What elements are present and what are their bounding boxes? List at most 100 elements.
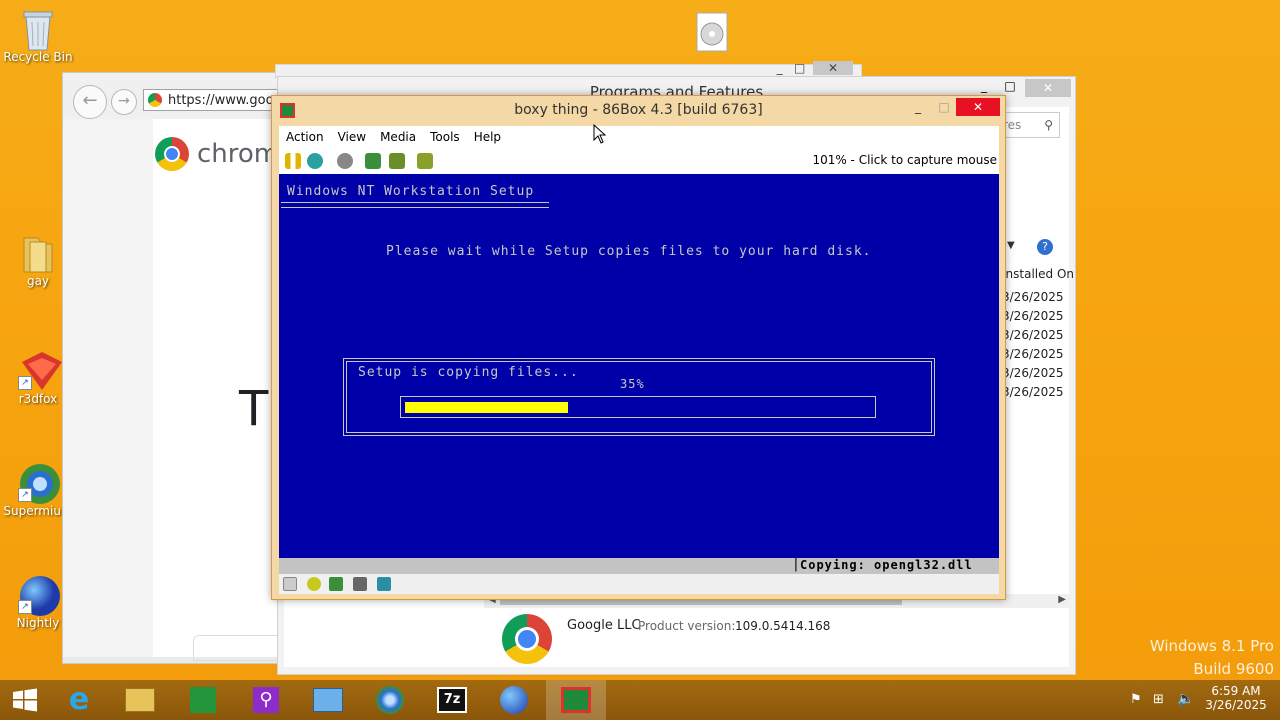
clock-date: 3/26/2025 [1205,698,1267,712]
installed-date: 3/26/2025 [1002,309,1064,323]
86box-toolbar: 101% - Click to capture mouse [279,148,999,174]
menu-action[interactable]: Action [279,126,331,148]
settings-icon[interactable] [389,153,405,169]
view-dropdown-icon[interactable]: ▼ [1007,240,1015,251]
setup-status-line: | Copying: opengl32.dll [279,557,999,574]
7zip-icon: 7z [437,687,467,713]
column-header-installed-on[interactable]: Installed On [1002,267,1074,281]
volume-tray-icon[interactable]: 🔈 [1177,691,1194,707]
taskbar-internet-explorer[interactable]: e [50,680,110,720]
minimize-button[interactable]: _ [973,79,995,93]
86box-status-bar [279,574,999,594]
chrome-brand-text: chrom [197,139,280,169]
window-controls: _ □ ✕ [777,61,853,75]
search-app-icon: ⚲ [253,687,279,713]
close-button[interactable]: ✕ [1025,79,1071,97]
setup-header: Windows NT Workstation Setup [287,184,535,199]
maximize-button[interactable]: □ [934,100,954,114]
installed-date: 3/26/2025 [1002,366,1064,380]
help-icon[interactable]: ? [1037,239,1053,255]
taskbar-supermium[interactable] [360,680,420,720]
ctrl-alt-del-icon[interactable] [365,153,381,169]
back-button[interactable]: ← [73,85,107,119]
scroll-right-icon[interactable]: ▶ [1058,594,1066,605]
start-icon [13,688,37,712]
taskbar-file-explorer[interactable] [110,680,170,720]
publisher-name: Google LLC [567,618,641,633]
supermium-icon: ↗ [18,462,60,504]
pause-icon[interactable] [285,153,301,169]
disc-file-icon[interactable] [696,12,728,52]
nightly-icon: ↗ [18,574,60,616]
header-underline [281,202,549,208]
installed-date: 3/26/2025 [1002,290,1064,304]
product-version-value: 109.0.5414.168 [735,619,831,633]
sound-icon[interactable] [377,577,391,591]
taskbar-86box[interactable] [546,680,606,720]
network-icon[interactable] [353,577,367,591]
recycle-bin-icon [18,8,58,51]
progress-percent: 35% [620,377,645,391]
taskbar: e ⚲ 7z ⚑ ⊞ 🔈 6:59 AM 3/26/2025 [0,680,1280,720]
installed-date: 3/26/2025 [1002,328,1064,342]
control-panel-icon [313,688,343,712]
hard-disk-icon[interactable] [329,577,343,591]
86box-title: boxy thing - 86Box 4.3 [build 6763] [514,102,763,118]
dialog-title: Setup is copying files... [358,365,579,380]
chrome-logo-icon [155,137,189,171]
internet-explorer-icon: e [68,682,90,717]
taskbar-control-panel[interactable] [298,680,358,720]
floppy-drive-icon[interactable] [283,577,297,591]
clock-time: 6:59 AM [1211,684,1261,698]
86box-window[interactable]: boxy thing - 86Box 4.3 [build 6763] _ □ … [271,95,1006,600]
86box-icon [561,687,591,713]
screenshot-icon[interactable] [417,153,433,169]
windows-version-watermark: Windows 8.1 Pro [1149,637,1274,655]
menu-tools[interactable]: Tools [423,126,467,148]
progress-fill [405,402,568,413]
close-button[interactable]: ✕ [956,98,1000,116]
installed-date: 3/26/2025 [1002,347,1064,361]
reset-icon[interactable] [307,153,323,169]
shortcut-arrow-icon: ↗ [18,376,32,390]
menu-view[interactable]: View [331,126,373,148]
minimize-icon[interactable]: _ [777,61,783,75]
taskbar-nightly[interactable] [484,680,544,720]
forward-button[interactable]: → [111,89,137,115]
details-pane: Google LLC Product version: 109.0.5414.1… [488,610,1068,666]
mouse-cursor-icon [593,123,607,147]
power-icon[interactable] [337,153,353,169]
emulator-screen[interactable]: Windows NT Workstation Setup Please wait… [279,174,999,558]
86box-title-bar[interactable]: boxy thing - 86Box 4.3 [build 6763] _ □ … [272,96,1005,124]
close-icon[interactable]: ✕ [813,61,853,75]
setup-message: Please wait while Setup copies files to … [386,244,872,259]
taskbar-search-app[interactable]: ⚲ [236,680,296,720]
folder-icon [18,232,58,273]
taskbar-store[interactable] [173,680,233,720]
clock[interactable]: 6:59 AM 3/26/2025 [1196,684,1276,712]
copy-dialog: Setup is copying files... 35% [343,358,935,436]
maximize-icon[interactable]: □ [794,61,805,75]
product-version-label: Product version: [638,619,736,633]
supermium-icon [376,686,404,714]
desktop-icon-recycle-bin[interactable]: Recycle Bin [0,8,76,64]
chrome-app-icon [502,614,552,664]
shortcut-arrow-icon: ↗ [18,488,32,502]
minimize-button[interactable]: _ [908,100,928,114]
search-icon: ⚲ [1044,118,1053,132]
menu-help[interactable]: Help [467,126,508,148]
capture-status: 101% - Click to capture mouse [812,153,997,167]
status-separator: | [792,557,800,572]
browser-left-pane [63,119,153,657]
maximize-button[interactable]: □ [999,79,1021,93]
network-tray-icon[interactable]: ⊞ [1153,692,1164,707]
progress-bar [400,396,876,418]
search-box[interactable]: res ⚲ [1002,112,1060,138]
menu-media[interactable]: Media [373,126,423,148]
taskbar-7zip[interactable]: 7z [422,680,482,720]
shortcut-arrow-icon: ↗ [18,600,32,614]
action-center-flag-icon[interactable]: ⚑ [1130,692,1142,707]
86box-menu-bar: Action View Media Tools Help [279,126,999,148]
cdrom-icon[interactable] [307,577,321,591]
start-button[interactable] [0,680,50,720]
